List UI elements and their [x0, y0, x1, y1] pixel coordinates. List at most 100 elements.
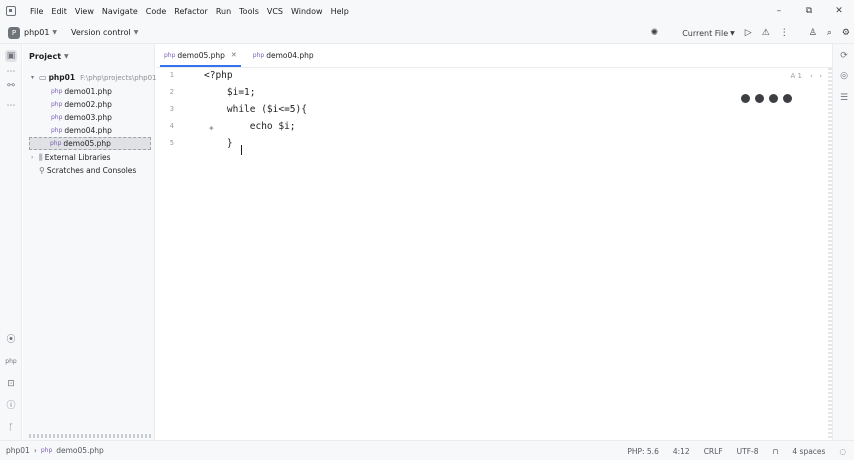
- code-line[interactable]: echo $i;: [204, 121, 296, 132]
- chevron-right-icon: ›: [33, 446, 37, 455]
- php-icon[interactable]: php: [5, 356, 17, 368]
- window-controls: – ⧉ ✕: [764, 0, 854, 22]
- more-icon[interactable]: ⋮: [780, 28, 789, 38]
- menu-refactor[interactable]: Refactor: [174, 7, 208, 16]
- code-line[interactable]: while ($i<=5){: [204, 104, 307, 115]
- horizontal-scrollbar[interactable]: [29, 434, 151, 438]
- run-icon[interactable]: ▷: [745, 28, 752, 38]
- readonly-lock-icon[interactable]: ⊓: [773, 447, 779, 456]
- tree-root-path: F:\php\projects\php01: [80, 73, 157, 82]
- inspection-indicator[interactable]: A 1 ‹ ›: [790, 72, 822, 80]
- crumb-project[interactable]: php01: [6, 446, 30, 455]
- problems-icon[interactable]: ⓘ: [5, 400, 17, 412]
- php-file-icon: php: [51, 88, 63, 95]
- firefox-icon[interactable]: [755, 94, 764, 103]
- more-tools-icon[interactable]: ⋯: [5, 100, 17, 112]
- indent-widget[interactable]: 4 spaces: [792, 447, 825, 456]
- scratches-icon: ⚲: [39, 166, 45, 175]
- right-tool-strip: ⟳ ◎ ☰: [832, 44, 854, 440]
- code-line[interactable]: <?php: [204, 70, 233, 81]
- left-tool-strip: ▣ ⋯ ⚯ ⋯ ⦿ php ⊡ ⓘ ᚴ: [0, 44, 22, 440]
- encoding-widget[interactable]: UTF-8: [737, 447, 759, 456]
- menu-help[interactable]: Help: [331, 7, 349, 16]
- chevron-down-icon[interactable]: ›: [819, 72, 822, 80]
- chrome-icon[interactable]: [741, 94, 750, 103]
- php-file-icon: php: [51, 127, 63, 134]
- line-number: 3: [169, 105, 174, 113]
- menu-file[interactable]: File: [30, 7, 43, 16]
- terminal-icon[interactable]: ⊡: [5, 378, 17, 390]
- project-tool-icon[interactable]: ▣: [5, 50, 17, 62]
- tree-file-label: demo02.php: [64, 100, 112, 109]
- run-tool-icon[interactable]: ⦿: [5, 334, 17, 346]
- run-config-selector[interactable]: Current File: [682, 29, 728, 38]
- project-badge[interactable]: P: [8, 26, 20, 39]
- database-icon[interactable]: ☰: [838, 92, 850, 104]
- tab-demo04[interactable]: php demo04.php: [245, 43, 322, 67]
- chevron-up-icon[interactable]: ‹: [810, 72, 813, 80]
- git-icon[interactable]: ᚴ: [5, 422, 17, 434]
- notifications-icon[interactable]: ⟳: [838, 50, 850, 62]
- php-file-icon: php: [50, 140, 62, 147]
- php-version-widget[interactable]: PHP: 5.6: [627, 447, 659, 456]
- close-icon[interactable]: ✕: [231, 51, 237, 59]
- toolbar-right: ✺ Current File ▼ ▷ ⚠ ⋮ ♙ ⌕ ⚙: [651, 22, 850, 44]
- menu-tools[interactable]: Tools: [239, 7, 259, 16]
- line-number: 1: [169, 71, 174, 79]
- app-logo-icon: [6, 6, 16, 16]
- add-user-icon[interactable]: ♙: [809, 28, 817, 38]
- tree-external-libraries[interactable]: › ⫼ External Libraries: [31, 151, 111, 164]
- menu-run[interactable]: Run: [216, 7, 231, 16]
- search-icon[interactable]: ⌕: [827, 28, 832, 38]
- tree-file-label: demo03.php: [64, 113, 112, 122]
- line-gutter: 1 2 3 4 5: [156, 68, 196, 440]
- menu-edit[interactable]: Edit: [51, 7, 67, 16]
- minimize-button[interactable]: –: [764, 0, 794, 22]
- project-panel-title[interactable]: Project: [29, 52, 61, 61]
- maximize-button[interactable]: ⧉: [794, 0, 824, 22]
- tab-demo05[interactable]: php demo05.php ✕: [156, 43, 245, 67]
- chevron-down-icon: ▼: [730, 29, 735, 37]
- menu-vcs[interactable]: VCS: [267, 7, 283, 16]
- menu-navigate[interactable]: Navigate: [102, 7, 138, 16]
- tab-label: demo05.php: [177, 50, 225, 60]
- git-status-icon[interactable]: ◌: [839, 447, 846, 456]
- editor-tabs: php demo05.php ✕ php demo04.php: [156, 44, 832, 68]
- version-control-selector[interactable]: Version control: [71, 28, 131, 37]
- tree-file[interactable]: php demo04.php: [51, 124, 112, 137]
- edge-icon[interactable]: [783, 94, 792, 103]
- php-file-icon: php: [51, 101, 63, 108]
- library-icon: ⫼: [39, 152, 43, 162]
- settings-icon[interactable]: ⚙: [842, 28, 850, 38]
- inspection-count: A 1: [790, 72, 802, 80]
- status-bar: php01 › php demo05.php PHP: 5.6 4:12 CRL…: [0, 440, 854, 460]
- tree-file[interactable]: php demo03.php: [51, 111, 112, 124]
- text-caret: [241, 145, 242, 155]
- debug-icon[interactable]: ⚠: [762, 28, 770, 38]
- tree-root[interactable]: ▾ ▭ php01 F:\php\projects\php01: [31, 71, 157, 84]
- project-panel-header: Project ▼: [23, 44, 154, 68]
- caret-position-widget[interactable]: 4:12: [673, 447, 690, 456]
- code-line[interactable]: }: [204, 138, 233, 149]
- main-menu: File Edit View Navigate Code Refactor Ru…: [30, 7, 349, 16]
- structure-icon[interactable]: ⚯: [5, 80, 17, 92]
- tree-scratches[interactable]: ⚲ Scratches and Consoles: [39, 164, 136, 177]
- chevron-down-icon: ▼: [52, 29, 58, 36]
- folder-icon: ▭: [39, 73, 47, 82]
- tree-file[interactable]: php demo01.php: [51, 85, 112, 98]
- tree-file[interactable]: php demo02.php: [51, 98, 112, 111]
- bug-icon[interactable]: ✺: [651, 28, 659, 38]
- crumb-file[interactable]: demo05.php: [56, 446, 103, 455]
- project-selector[interactable]: php01: [24, 28, 49, 37]
- close-window-button[interactable]: ✕: [824, 0, 854, 22]
- opera-icon[interactable]: [769, 94, 778, 103]
- tree-file-selected[interactable]: php demo05.php: [29, 137, 151, 150]
- menu-code[interactable]: Code: [146, 7, 166, 16]
- commit-icon[interactable]: ⋯: [5, 66, 17, 78]
- menu-view[interactable]: View: [75, 7, 94, 16]
- line-separator-widget[interactable]: CRLF: [704, 447, 723, 456]
- code-line[interactable]: $i=1;: [204, 87, 256, 98]
- menu-window[interactable]: Window: [291, 7, 323, 16]
- ai-assistant-icon[interactable]: ◎: [838, 70, 850, 82]
- chevron-down-icon: ▾: [31, 74, 35, 81]
